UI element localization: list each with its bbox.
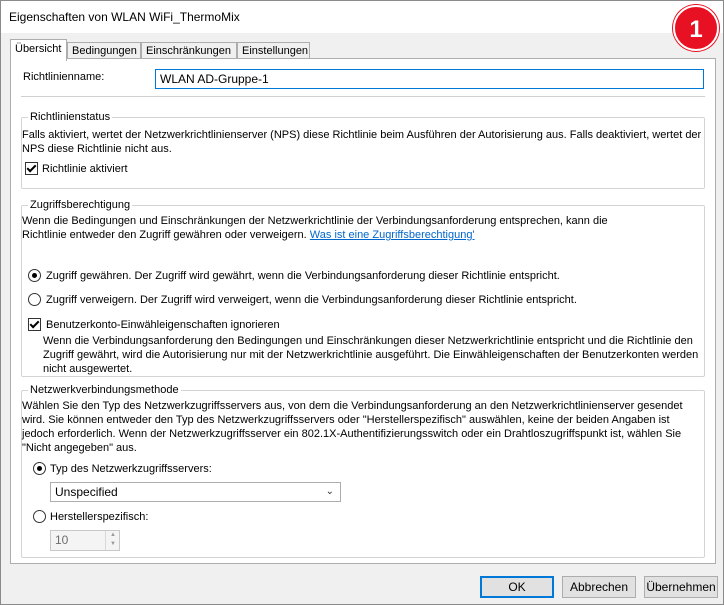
policy-status-title: Richtlinienstatus [28, 111, 113, 123]
connection-method-description-line-3: jedoch erforderlich. Wenn der Netzwerkzu… [22, 428, 682, 440]
policy-status-description-line-1: Falls aktiviert, wertet der Netzwerkrich… [22, 129, 702, 141]
overview-panel: Richtlinienname: Richtlinienstatus Falls… [10, 58, 716, 564]
deny-access-label: Zugriff verweigern. Der Zugriff wird ver… [46, 294, 577, 306]
ok-button[interactable]: OK [480, 576, 554, 598]
ignore-dialin-description-line-2: Zugriff gewährt, wird die Autorisierung … [43, 349, 699, 361]
access-description-line-1: Wenn die Bedingungen und Einschränkungen… [22, 215, 608, 227]
connection-method-description-line-2: wird. Sie können entweder den Typ des Ne… [22, 414, 670, 426]
access-description-text: Richtlinie entweder den Zugriff gewähren… [22, 229, 307, 241]
cancel-button[interactable]: Abbrechen [562, 576, 636, 598]
vendor-specific-value: 10 [55, 533, 69, 547]
deny-access-radio[interactable] [28, 293, 41, 306]
access-permission-group: Zugriffsberechtigung Wenn die Bedingunge… [21, 199, 705, 377]
apply-button[interactable]: Übernehmen [644, 576, 718, 598]
stepper-down-icon[interactable]: ▼ [106, 540, 120, 549]
check-icon [26, 162, 37, 173]
grant-access-label: Zugriff gewähren. Der Zugriff wird gewäh… [46, 270, 560, 282]
connection-method-description-line-4: "Nicht angegeben" aus. [22, 442, 137, 454]
nas-type-dropdown[interactable]: Unspecified ⌄ [50, 482, 341, 502]
policy-name-label: Richtlinienname: [23, 71, 105, 83]
connection-method-description-line-1: Wählen Sie den Typ des Netzwerkzugriffss… [22, 400, 683, 412]
divider [21, 96, 705, 97]
policy-enabled-checkbox[interactable] [25, 162, 38, 175]
access-permission-title: Zugriffsberechtigung [28, 199, 133, 211]
policy-name-input[interactable] [155, 69, 704, 89]
window-title: Eigenschaften von WLAN WiFi_ThermoMix [9, 10, 240, 24]
chevron-down-icon: ⌄ [325, 486, 334, 497]
tab-overview[interactable]: Übersicht [10, 39, 67, 61]
nas-type-label: Typ des Netzwerkzugriffsservers: [50, 463, 212, 475]
vendor-specific-label: Herstellerspezifisch: [50, 511, 149, 523]
connection-method-group: Netzwerkverbindungsmethode Wählen Sie de… [21, 384, 705, 558]
title-bar: Eigenschaften von WLAN WiFi_ThermoMix [1, 1, 723, 33]
step-number-badge: 1 [673, 5, 719, 51]
grant-access-radio[interactable] [28, 269, 41, 282]
connection-method-title: Netzwerkverbindungsmethode [28, 384, 181, 396]
policy-status-description-line-2: NPS diese Richtlinie nicht aus. [22, 143, 172, 155]
ignore-dialin-label: Benutzerkonto-Einwähleigenschaften ignor… [46, 319, 280, 331]
vendor-specific-stepper[interactable]: 10 ▲ ▼ [50, 530, 120, 551]
check-icon [29, 318, 40, 329]
stepper-up-icon[interactable]: ▲ [106, 531, 120, 540]
access-permission-help-link[interactable]: Was ist eine Zugriffsberechtigung' [310, 229, 475, 241]
vendor-specific-radio[interactable] [33, 510, 46, 523]
policy-enabled-label: Richtlinie aktiviert [42, 163, 128, 175]
ignore-dialin-description-line-3: nicht ausgewertet. [43, 363, 133, 375]
ignore-dialin-description-line-1: Wenn die Verbindungsanforderung den Bedi… [43, 335, 693, 347]
policy-status-group: Richtlinienstatus Falls aktiviert, werte… [21, 111, 705, 189]
access-description-line-2: Richtlinie entweder den Zugriff gewähren… [22, 228, 475, 242]
properties-dialog: Eigenschaften von WLAN WiFi_ThermoMix 1 … [0, 0, 724, 605]
nas-type-selected-value: Unspecified [55, 485, 118, 499]
ignore-dialin-checkbox[interactable] [28, 318, 41, 331]
nas-type-radio[interactable] [33, 462, 46, 475]
